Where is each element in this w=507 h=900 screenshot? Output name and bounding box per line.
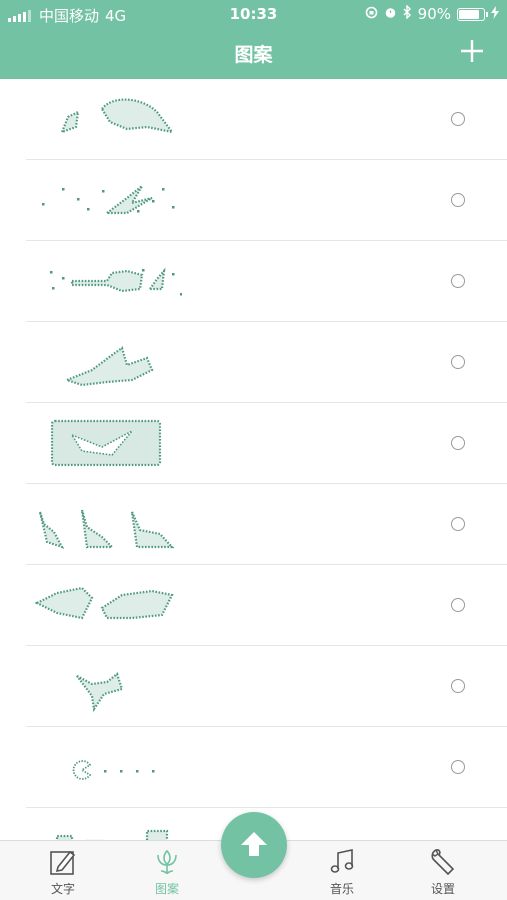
tab-text[interactable]: 文字: [28, 847, 98, 897]
plus-icon[interactable]: [457, 36, 487, 66]
page-title: 图案: [234, 44, 273, 66]
airplane-pattern: [42, 185, 175, 215]
select-radio[interactable]: [451, 760, 465, 774]
pattern-list-item[interactable]: [26, 646, 507, 727]
charging-icon: [491, 5, 499, 23]
lock-rotation-icon: [365, 5, 378, 23]
select-radio[interactable]: [451, 598, 465, 612]
tab-music[interactable]: 音乐: [307, 847, 377, 897]
edit-icon: [50, 850, 76, 875]
battery-icon: [457, 7, 488, 21]
dolphins-pattern: [60, 98, 175, 134]
app-header: 中国移动 4G 10:33 90% 图案: [0, 0, 507, 79]
select-radio[interactable]: [451, 193, 465, 207]
battery-percent: 90%: [417, 5, 451, 23]
pattern-list-item[interactable]: [26, 241, 507, 322]
guitar-pattern: [50, 267, 182, 296]
arrow-up-icon: [241, 832, 267, 856]
pattern-list-item[interactable]: [26, 484, 507, 565]
alarm-icon: [384, 5, 397, 23]
pattern-list-item[interactable]: [26, 727, 507, 808]
pattern-list-item[interactable]: [26, 79, 507, 160]
wrench-icon: [431, 849, 455, 876]
pattern-list-item[interactable]: [26, 403, 507, 484]
select-radio[interactable]: [451, 517, 465, 531]
music-note-icon: [330, 849, 354, 873]
pacman-pattern: [72, 760, 155, 780]
banner-pattern: [50, 419, 162, 467]
tab-settings[interactable]: 设置: [408, 847, 478, 897]
select-radio[interactable]: [451, 112, 465, 126]
tab-text-label: 文字: [50, 882, 75, 896]
pattern-list[interactable]: [0, 79, 507, 841]
pattern-list-item[interactable]: [26, 565, 507, 646]
select-radio[interactable]: [451, 679, 465, 693]
plane-crash-pattern: [63, 346, 154, 387]
upload-button[interactable]: [221, 812, 287, 878]
pattern-list-item[interactable]: [26, 322, 507, 403]
flower-icon: [157, 849, 177, 875]
select-radio[interactable]: [451, 274, 465, 288]
pattern-list-item[interactable]: [26, 160, 507, 241]
tab-patterns[interactable]: 图案: [132, 847, 202, 897]
bluetooth-icon: [403, 4, 412, 23]
bird-pattern: [76, 672, 124, 712]
tab-music-label: 音乐: [329, 882, 354, 896]
status-bar: 中国移动 4G 10:33 90%: [0, 0, 507, 28]
fish-pattern: [34, 586, 174, 620]
select-radio[interactable]: [451, 436, 465, 450]
rabbits-pattern: [38, 509, 175, 549]
tab-settings-label: 设置: [430, 882, 455, 896]
tab-patterns-label: 图案: [154, 882, 179, 896]
select-radio[interactable]: [451, 355, 465, 369]
city-pattern: [55, 829, 169, 841]
